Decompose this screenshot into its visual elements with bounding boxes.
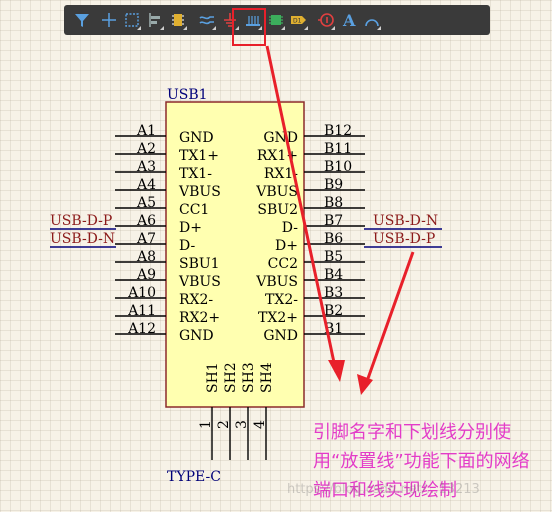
- right-pin-name: VBUS: [255, 184, 298, 200]
- left-pin-number: A4: [136, 177, 156, 193]
- arrow-2: [364, 251, 415, 385]
- bottom-pin-name: SH4: [259, 362, 275, 393]
- right-pin-number: B3: [324, 285, 343, 301]
- right-pin-number: B10: [324, 159, 352, 175]
- bottom-pin-name: SH3: [241, 362, 257, 393]
- component-designator: USB1: [167, 87, 208, 103]
- right-pin-number: B9: [324, 177, 343, 193]
- right-pin-name: CC2: [268, 256, 298, 272]
- right-pin-name: SBU2: [257, 202, 298, 218]
- left-pin-name: GND: [179, 328, 214, 344]
- right-pin-number: B5: [324, 249, 343, 265]
- net-label[interactable]: USB-D-N: [373, 213, 438, 229]
- right-pin-name: TX2-: [265, 292, 298, 308]
- bottom-pin-number: 4: [252, 420, 268, 429]
- watermark: https://blog.csdn.net/...13213: [287, 482, 480, 497]
- left-pin-number: A3: [136, 159, 156, 175]
- left-pin-number: A12: [127, 321, 156, 337]
- right-pin-number: B12: [324, 123, 352, 139]
- left-pin-number: A9: [136, 267, 156, 283]
- right-pin-name: VBUS: [255, 274, 298, 290]
- bottom-pin-name: SH2: [223, 362, 239, 393]
- right-pin-name: D-: [282, 220, 298, 236]
- left-pin-name: RX2+: [179, 310, 220, 326]
- left-pin-name: RX2-: [179, 292, 213, 308]
- left-pin-name: GND: [179, 130, 214, 146]
- left-pin-name: D+: [179, 220, 202, 236]
- left-pin-name: VBUS: [178, 274, 221, 290]
- left-pin-name: SBU1: [179, 256, 220, 272]
- right-pin-number: B6: [324, 231, 343, 247]
- right-pin-number: B4: [324, 267, 343, 283]
- left-pin-name: TX1+: [179, 148, 219, 164]
- left-pin-number: A8: [136, 249, 156, 265]
- right-pin-number: B8: [324, 195, 343, 211]
- right-pin-number: B2: [324, 303, 343, 319]
- component-value: TYPE-C: [167, 469, 221, 485]
- net-label[interactable]: USB-D-P: [373, 231, 435, 247]
- bottom-pin-number: 3: [234, 420, 250, 429]
- left-pin-name: TX1-: [179, 166, 212, 182]
- left-pin-name: CC1: [179, 202, 209, 218]
- right-pin-name: TX2+: [258, 310, 298, 326]
- bottom-pin-name: SH1: [205, 362, 221, 393]
- left-pin-number: A1: [136, 123, 156, 139]
- bottom-pin-number: 1: [198, 420, 214, 429]
- right-pin-name: GND: [263, 130, 298, 146]
- right-pin-name: D+: [275, 238, 298, 254]
- left-pin-number: A7: [136, 231, 156, 247]
- left-pin-number: A6: [136, 213, 156, 229]
- right-pin-number: B11: [324, 141, 352, 157]
- bottom-pin-number: 2: [216, 420, 232, 429]
- net-label[interactable]: USB-D-P: [50, 213, 112, 229]
- left-pin-number: A5: [136, 195, 156, 211]
- net-label[interactable]: USB-D-N: [50, 231, 115, 247]
- left-pin-number: A10: [127, 285, 156, 301]
- arrow-1-head: [328, 360, 345, 382]
- arrow-2-head: [357, 374, 373, 395]
- left-pin-number: A11: [127, 303, 156, 319]
- left-pin-name: VBUS: [178, 184, 221, 200]
- left-pin-name: D-: [179, 238, 195, 254]
- right-pin-number: B7: [324, 213, 343, 229]
- right-pin-name: GND: [263, 328, 298, 344]
- left-pin-number: A2: [136, 141, 156, 157]
